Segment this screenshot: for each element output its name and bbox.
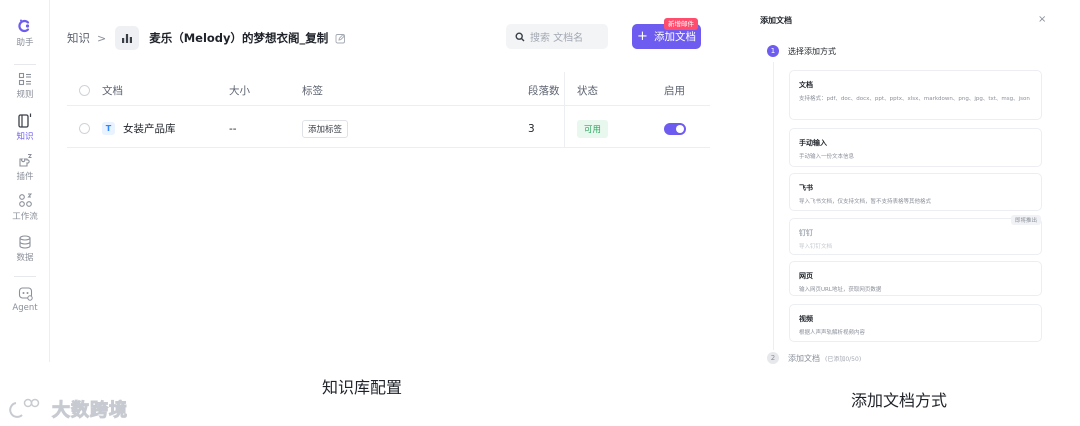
caption-right: 添加文档方式 <box>851 391 948 410</box>
workflow-icon <box>18 193 32 207</box>
option-desc: 导入飞书文档，仅支持文档，暂不支持表格等其他格式 <box>799 199 932 205</box>
step-label: 添加文档 <box>788 353 820 363</box>
column-header-size: 大小 <box>229 85 250 97</box>
column-header-tags: 标签 <box>302 85 323 97</box>
plugin-icon <box>18 154 32 167</box>
breadcrumb: 知识 > 麦乐（Melody）的梦想衣阁_复制 <box>67 26 346 50</box>
nav-item-workflow[interactable]: 工作流 <box>0 193 50 222</box>
nav-divider <box>14 276 36 277</box>
plus-icon: + <box>637 29 648 44</box>
knowledge-icon <box>18 113 32 128</box>
option-feishu[interactable]: 飞书 导入飞书文档，仅支持文档，暂不支持表格等其他格式 <box>789 173 1042 211</box>
nav-label-database: 数据 <box>16 253 34 263</box>
enable-toggle-cell <box>664 110 686 147</box>
search-icon <box>515 31 525 41</box>
text-file-icon: T <box>102 122 115 135</box>
option-title: 手动输入 <box>799 139 827 147</box>
option-webpage[interactable]: 网页 输入网页URL地址，获取网页数据 <box>789 261 1042 296</box>
table-row[interactable]: T 女装产品库 -- 添加标签 3 可用 <box>67 110 710 148</box>
status-badge: 可用 <box>577 119 609 138</box>
option-title: 飞书 <box>799 184 813 192</box>
option-video[interactable]: 视频 根据人声声轨解析视频内容 <box>789 304 1042 342</box>
step-count: (已添加0/50) <box>825 355 862 363</box>
watermark: 大数跨境 <box>8 396 128 422</box>
caption-left: 知识库配置 <box>322 378 403 397</box>
new-feature-badge: 新增邮件 <box>664 18 698 30</box>
coming-soon-badge: 即将推出 <box>1010 215 1041 225</box>
edit-icon[interactable] <box>335 33 346 44</box>
add-tag-button[interactable]: 添加标签 <box>302 119 349 138</box>
row-checkbox[interactable] <box>79 110 90 147</box>
side-nav: 助手 规则 知识 插件 工作流 数据 Agent <box>0 0 50 362</box>
column-header-enabled: 启用 <box>664 85 685 97</box>
step-connector <box>773 62 774 350</box>
table-header: 文档 大小 标签 段落数 状态 启用 <box>67 76 710 106</box>
step-number: 1 <box>767 45 779 57</box>
document-size: -- <box>229 122 237 135</box>
nav-item-agent[interactable]: Agent <box>0 286 50 313</box>
option-desc: 支持格式：pdf、doc、docx、ppt、pptx、xlsx、markdown… <box>799 96 1030 102</box>
nav-label-agent: Agent <box>12 303 38 313</box>
option-title: 视频 <box>799 315 813 323</box>
watermark-logo-icon <box>9 398 40 418</box>
option-title: 文档 <box>799 81 813 89</box>
breadcrumb-separator: > <box>97 31 107 45</box>
breadcrumb-root-link[interactable]: 知识 <box>67 30 90 46</box>
step-label: 选择添加方式 <box>788 46 836 56</box>
step-number: 2 <box>767 352 779 364</box>
nav-item-knowledge[interactable]: 知识 <box>0 113 50 142</box>
option-desc: 根据人声声轨解析视频内容 <box>799 330 866 336</box>
step-choose-method: 1 选择添加方式 <box>767 45 836 57</box>
agent-icon <box>18 287 33 301</box>
nav-item-database[interactable]: 数据 <box>0 235 50 263</box>
page-title: 麦乐（Melody）的梦想衣阁_复制 <box>149 31 329 45</box>
drawer-title: 添加文档 <box>760 16 792 25</box>
status-cell: 可用 <box>577 110 609 147</box>
option-title: 网页 <box>799 272 813 280</box>
document-cell[interactable]: T 女装产品库 <box>102 110 176 147</box>
paragraph-count: 3 <box>528 122 535 135</box>
option-dingtalk: 即将推出 钉钉 导入钉钉文档 <box>789 215 1042 255</box>
add-document-label: 添加文档 <box>653 31 696 43</box>
kb-avatar <box>115 26 140 50</box>
document-name: 女装产品库 <box>123 123 176 135</box>
nav-label-knowledge: 知识 <box>16 132 34 142</box>
step-add-document: 2 添加文档 (已添加0/50) <box>767 352 861 364</box>
option-desc: 手动输入一份文本信息 <box>799 154 855 160</box>
nav-item-rules[interactable]: 规则 <box>0 72 50 100</box>
option-document[interactable]: 文档 支持格式：pdf、doc、docx、ppt、pptx、xlsx、markd… <box>789 70 1042 120</box>
close-icon[interactable]: × <box>1038 14 1046 25</box>
assistant-icon <box>18 19 30 33</box>
add-document-drawer: 添加文档 × 1 选择添加方式 文档 支持格式：pdf、doc、docx、ppt… <box>750 0 1060 370</box>
watermark-text: 大数跨境 <box>52 400 128 422</box>
nav-label-workflow: 工作流 <box>12 212 38 222</box>
column-header-status: 状态 <box>577 85 598 97</box>
column-header-document: 文档 <box>102 85 123 97</box>
nav-divider <box>14 64 36 65</box>
option-title: 钉钉 <box>799 229 813 237</box>
search-placeholder: 搜索 文档名 <box>530 33 584 44</box>
option-desc: 导入钉钉文档 <box>799 244 833 250</box>
nav-label-plugin: 插件 <box>16 172 34 182</box>
knowledge-base-panel: 知识 > 麦乐（Melody）的梦想衣阁_复制 搜索 文档名 + 添加文档 新增… <box>50 0 725 362</box>
nav-item-assistant[interactable]: 助手 <box>0 18 50 48</box>
column-header-paragraphs: 段落数 <box>528 85 560 97</box>
database-icon <box>19 235 31 249</box>
nav-label-rules: 规则 <box>16 90 34 100</box>
bar-chart-icon <box>122 34 133 43</box>
option-manual-input[interactable]: 手动输入 手动输入一份文本信息 <box>789 128 1042 167</box>
enable-toggle[interactable] <box>664 122 686 135</box>
tag-cell: 添加标签 <box>302 110 349 147</box>
select-all-checkbox[interactable] <box>79 76 90 105</box>
rules-icon <box>18 72 31 86</box>
nav-item-plugin[interactable]: 插件 <box>0 153 50 182</box>
search-input[interactable]: 搜索 文档名 <box>506 24 608 49</box>
option-desc: 输入网页URL地址，获取网页数据 <box>799 287 882 293</box>
nav-label-assistant: 助手 <box>16 38 34 48</box>
